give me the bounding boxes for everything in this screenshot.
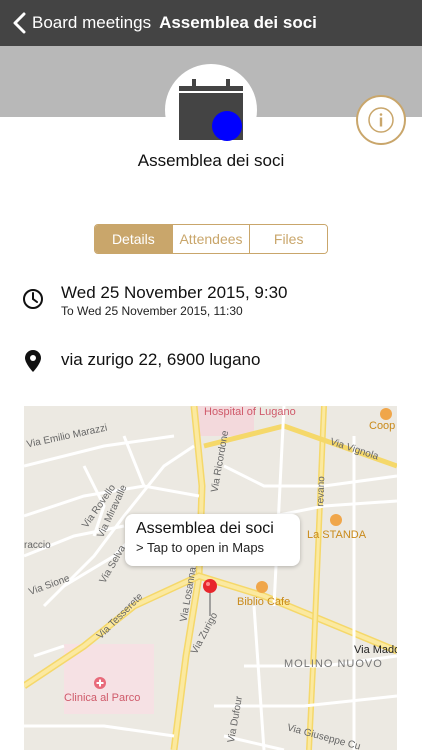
- tab-details[interactable]: Details: [95, 225, 173, 253]
- shopping-bag-icon: [330, 514, 342, 526]
- map-label-molino-nuovo: MOLINO NUOVO: [284, 658, 383, 670]
- chevron-left-icon: [13, 12, 26, 34]
- back-button-label: Board meetings: [32, 13, 152, 32]
- map-label-biblio-cafe: Biblio Cafe: [237, 596, 291, 608]
- cafe-icon: [256, 581, 268, 593]
- tab-bar: Details Attendees Files: [94, 224, 328, 254]
- tab-attendees[interactable]: Attendees: [172, 225, 251, 253]
- map-label-coop: Coop: [369, 420, 396, 432]
- event-avatar: [165, 64, 257, 156]
- info-button[interactable]: [356, 95, 406, 145]
- clock-icon: [23, 289, 43, 309]
- map-pin-icon[interactable]: [202, 578, 218, 618]
- map-label-via-madonnetta: Via Mado: [354, 644, 397, 656]
- event-address: via zurigo 22, 6900 lugano: [61, 350, 261, 369]
- back-button[interactable]: Board meetings: [0, 0, 151, 46]
- map-label-raccio: raccio: [24, 540, 51, 551]
- open-in-maps-link[interactable]: > Tap to open in Maps: [136, 540, 289, 555]
- map-callout[interactable]: Assemblea dei soci > Tap to open in Maps: [125, 514, 300, 566]
- info-icon: [368, 107, 394, 133]
- shopping-cart-icon: [380, 408, 392, 420]
- event-end-time: To Wed 25 November 2015, 11:30: [61, 304, 243, 318]
- map-view[interactable]: Hospital of Lugano Coop Via Emilio Maraz…: [24, 406, 397, 750]
- map-label-clinica-al-parco: Clinica al Parco: [64, 692, 141, 704]
- navigation-bar: Board meetings Assemblea dei soci: [0, 0, 422, 46]
- calendar-icon: [179, 79, 243, 141]
- page-title: Assemblea dei soci: [159, 13, 317, 32]
- map-label-hospital: Hospital of Lugano: [204, 406, 296, 418]
- event-start-time: Wed 25 November 2015, 9:30: [61, 283, 288, 302]
- location-pin-icon: [25, 350, 41, 372]
- tab-files[interactable]: Files: [250, 225, 327, 253]
- map-label-trevano: revano: [315, 476, 328, 507]
- map-callout-title: Assemblea dei soci: [136, 520, 274, 537]
- map-label-la-standa: La STANDA: [307, 529, 367, 541]
- hospital-icon: [94, 677, 106, 689]
- event-title: Assemblea dei soci: [137, 151, 285, 170]
